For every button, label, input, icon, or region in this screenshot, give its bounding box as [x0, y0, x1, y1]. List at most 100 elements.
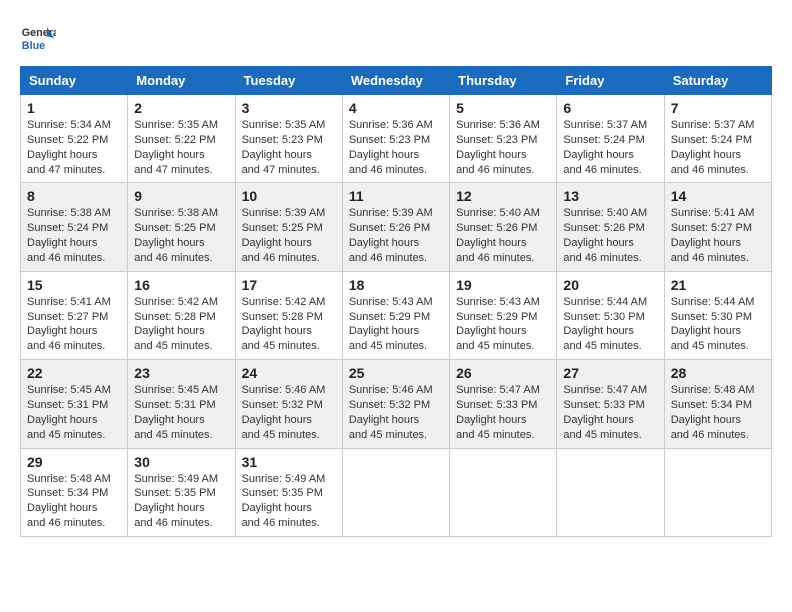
calendar-cell: 22 Sunrise: 5:45 AMSunset: 5:31 PMDaylig…	[21, 360, 128, 448]
day-info: Sunrise: 5:41 AMSunset: 5:27 PMDaylight …	[27, 296, 111, 353]
day-number: 5	[456, 100, 550, 116]
calendar-cell: 24 Sunrise: 5:46 AMSunset: 5:32 PMDaylig…	[235, 360, 342, 448]
day-info: Sunrise: 5:44 AMSunset: 5:30 PMDaylight …	[563, 296, 647, 353]
calendar-cell: 4 Sunrise: 5:36 AMSunset: 5:23 PMDayligh…	[342, 95, 449, 183]
day-number: 11	[349, 188, 443, 204]
day-info: Sunrise: 5:35 AMSunset: 5:23 PMDaylight …	[242, 119, 326, 176]
weekday-header-friday: Friday	[557, 67, 664, 95]
calendar-cell: 8 Sunrise: 5:38 AMSunset: 5:24 PMDayligh…	[21, 183, 128, 271]
day-number: 31	[242, 454, 336, 470]
day-info: Sunrise: 5:34 AMSunset: 5:22 PMDaylight …	[27, 119, 111, 176]
calendar-week-row: 15 Sunrise: 5:41 AMSunset: 5:27 PMDaylig…	[21, 271, 772, 359]
day-info: Sunrise: 5:42 AMSunset: 5:28 PMDaylight …	[242, 296, 326, 353]
day-number: 20	[563, 277, 657, 293]
day-number: 23	[134, 365, 228, 381]
calendar-cell: 5 Sunrise: 5:36 AMSunset: 5:23 PMDayligh…	[450, 95, 557, 183]
day-info: Sunrise: 5:35 AMSunset: 5:22 PMDaylight …	[134, 119, 218, 176]
day-info: Sunrise: 5:43 AMSunset: 5:29 PMDaylight …	[349, 296, 433, 353]
weekday-header-saturday: Saturday	[664, 67, 771, 95]
day-info: Sunrise: 5:42 AMSunset: 5:28 PMDaylight …	[134, 296, 218, 353]
day-info: Sunrise: 5:41 AMSunset: 5:27 PMDaylight …	[671, 207, 755, 264]
day-number: 19	[456, 277, 550, 293]
day-number: 9	[134, 188, 228, 204]
day-number: 17	[242, 277, 336, 293]
calendar-cell: 27 Sunrise: 5:47 AMSunset: 5:33 PMDaylig…	[557, 360, 664, 448]
day-number: 28	[671, 365, 765, 381]
day-number: 27	[563, 365, 657, 381]
day-number: 3	[242, 100, 336, 116]
calendar-cell	[664, 448, 771, 536]
calendar-week-row: 22 Sunrise: 5:45 AMSunset: 5:31 PMDaylig…	[21, 360, 772, 448]
day-number: 12	[456, 188, 550, 204]
day-info: Sunrise: 5:39 AMSunset: 5:26 PMDaylight …	[349, 207, 433, 264]
day-info: Sunrise: 5:45 AMSunset: 5:31 PMDaylight …	[27, 384, 111, 441]
day-number: 7	[671, 100, 765, 116]
calendar-week-row: 8 Sunrise: 5:38 AMSunset: 5:24 PMDayligh…	[21, 183, 772, 271]
day-info: Sunrise: 5:40 AMSunset: 5:26 PMDaylight …	[456, 207, 540, 264]
header: General Blue	[20, 20, 772, 56]
day-info: Sunrise: 5:43 AMSunset: 5:29 PMDaylight …	[456, 296, 540, 353]
day-number: 25	[349, 365, 443, 381]
day-number: 6	[563, 100, 657, 116]
calendar-cell: 23 Sunrise: 5:45 AMSunset: 5:31 PMDaylig…	[128, 360, 235, 448]
day-number: 18	[349, 277, 443, 293]
calendar-cell: 17 Sunrise: 5:42 AMSunset: 5:28 PMDaylig…	[235, 271, 342, 359]
calendar-cell: 14 Sunrise: 5:41 AMSunset: 5:27 PMDaylig…	[664, 183, 771, 271]
calendar-cell: 16 Sunrise: 5:42 AMSunset: 5:28 PMDaylig…	[128, 271, 235, 359]
day-info: Sunrise: 5:47 AMSunset: 5:33 PMDaylight …	[563, 384, 647, 441]
day-info: Sunrise: 5:37 AMSunset: 5:24 PMDaylight …	[671, 119, 755, 176]
day-number: 21	[671, 277, 765, 293]
weekday-header-wednesday: Wednesday	[342, 67, 449, 95]
weekday-header-tuesday: Tuesday	[235, 67, 342, 95]
svg-text:Blue: Blue	[22, 40, 45, 52]
calendar-cell: 1 Sunrise: 5:34 AMSunset: 5:22 PMDayligh…	[21, 95, 128, 183]
calendar-cell: 15 Sunrise: 5:41 AMSunset: 5:27 PMDaylig…	[21, 271, 128, 359]
day-number: 22	[27, 365, 121, 381]
calendar-cell: 3 Sunrise: 5:35 AMSunset: 5:23 PMDayligh…	[235, 95, 342, 183]
calendar-cell: 30 Sunrise: 5:49 AMSunset: 5:35 PMDaylig…	[128, 448, 235, 536]
day-number: 24	[242, 365, 336, 381]
calendar-cell: 2 Sunrise: 5:35 AMSunset: 5:22 PMDayligh…	[128, 95, 235, 183]
day-info: Sunrise: 5:48 AMSunset: 5:34 PMDaylight …	[27, 473, 111, 530]
calendar-cell: 31 Sunrise: 5:49 AMSunset: 5:35 PMDaylig…	[235, 448, 342, 536]
weekday-header-thursday: Thursday	[450, 67, 557, 95]
weekday-header-sunday: Sunday	[21, 67, 128, 95]
day-info: Sunrise: 5:44 AMSunset: 5:30 PMDaylight …	[671, 296, 755, 353]
calendar-cell: 6 Sunrise: 5:37 AMSunset: 5:24 PMDayligh…	[557, 95, 664, 183]
calendar-cell: 20 Sunrise: 5:44 AMSunset: 5:30 PMDaylig…	[557, 271, 664, 359]
calendar-cell: 10 Sunrise: 5:39 AMSunset: 5:25 PMDaylig…	[235, 183, 342, 271]
day-info: Sunrise: 5:47 AMSunset: 5:33 PMDaylight …	[456, 384, 540, 441]
calendar-cell: 29 Sunrise: 5:48 AMSunset: 5:34 PMDaylig…	[21, 448, 128, 536]
day-number: 13	[563, 188, 657, 204]
day-info: Sunrise: 5:39 AMSunset: 5:25 PMDaylight …	[242, 207, 326, 264]
day-info: Sunrise: 5:49 AMSunset: 5:35 PMDaylight …	[242, 473, 326, 530]
day-number: 16	[134, 277, 228, 293]
logo: General Blue	[20, 20, 56, 56]
calendar-cell: 7 Sunrise: 5:37 AMSunset: 5:24 PMDayligh…	[664, 95, 771, 183]
day-info: Sunrise: 5:48 AMSunset: 5:34 PMDaylight …	[671, 384, 755, 441]
day-info: Sunrise: 5:38 AMSunset: 5:25 PMDaylight …	[134, 207, 218, 264]
day-number: 15	[27, 277, 121, 293]
calendar-week-row: 1 Sunrise: 5:34 AMSunset: 5:22 PMDayligh…	[21, 95, 772, 183]
calendar-cell: 26 Sunrise: 5:47 AMSunset: 5:33 PMDaylig…	[450, 360, 557, 448]
calendar-cell: 28 Sunrise: 5:48 AMSunset: 5:34 PMDaylig…	[664, 360, 771, 448]
weekday-header-row: SundayMondayTuesdayWednesdayThursdayFrid…	[21, 67, 772, 95]
day-number: 14	[671, 188, 765, 204]
day-number: 1	[27, 100, 121, 116]
day-number: 2	[134, 100, 228, 116]
day-info: Sunrise: 5:49 AMSunset: 5:35 PMDaylight …	[134, 473, 218, 530]
calendar-cell	[342, 448, 449, 536]
day-info: Sunrise: 5:36 AMSunset: 5:23 PMDaylight …	[456, 119, 540, 176]
weekday-header-monday: Monday	[128, 67, 235, 95]
day-number: 8	[27, 188, 121, 204]
calendar-cell: 25 Sunrise: 5:46 AMSunset: 5:32 PMDaylig…	[342, 360, 449, 448]
calendar-week-row: 29 Sunrise: 5:48 AMSunset: 5:34 PMDaylig…	[21, 448, 772, 536]
calendar-cell: 11 Sunrise: 5:39 AMSunset: 5:26 PMDaylig…	[342, 183, 449, 271]
day-number: 29	[27, 454, 121, 470]
logo-icon: General Blue	[20, 20, 56, 56]
day-info: Sunrise: 5:37 AMSunset: 5:24 PMDaylight …	[563, 119, 647, 176]
calendar-cell: 12 Sunrise: 5:40 AMSunset: 5:26 PMDaylig…	[450, 183, 557, 271]
day-info: Sunrise: 5:45 AMSunset: 5:31 PMDaylight …	[134, 384, 218, 441]
calendar-cell: 9 Sunrise: 5:38 AMSunset: 5:25 PMDayligh…	[128, 183, 235, 271]
calendar-cell: 13 Sunrise: 5:40 AMSunset: 5:26 PMDaylig…	[557, 183, 664, 271]
